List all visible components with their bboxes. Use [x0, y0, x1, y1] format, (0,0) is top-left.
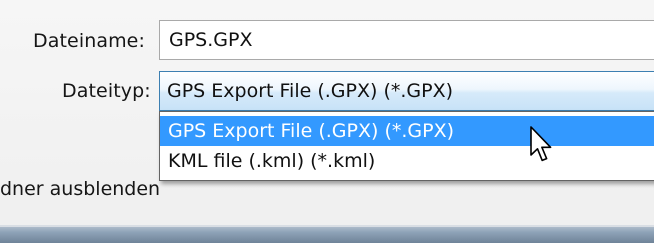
filetype-dropdown-list: GPS Export File (.GPX) (*.GPX) KML file … [159, 111, 654, 181]
hide-folders-toggle[interactable]: dner ausblenden [0, 178, 160, 200]
filetype-select[interactable]: GPS Export File (.GPX) (*.GPX) [159, 71, 654, 111]
bottom-bar [0, 225, 654, 243]
save-dialog: Dateiname: GPS.GPX Dateityp: GPS Export … [0, 0, 654, 243]
filetype-label: Dateityp: [62, 80, 151, 102]
mouse-pointer-icon [530, 126, 552, 162]
filename-label: Dateiname: [33, 30, 145, 52]
bottom-bar-edge [0, 225, 654, 227]
filetype-option-kml[interactable]: KML file (.kml) (*.kml) [160, 146, 654, 176]
filename-input[interactable]: GPS.GPX [159, 20, 654, 60]
filetype-option-gpx[interactable]: GPS Export File (.GPX) (*.GPX) [160, 116, 654, 146]
